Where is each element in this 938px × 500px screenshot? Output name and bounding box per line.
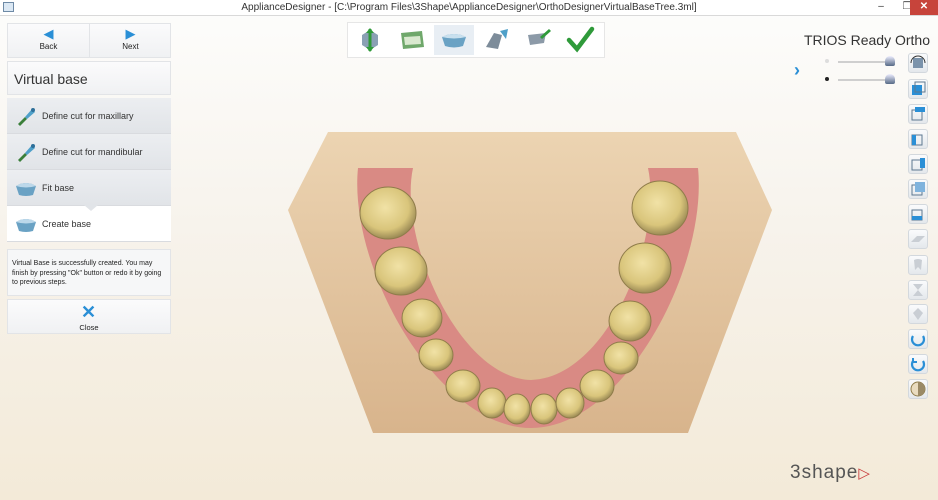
minimize-button[interactable]: – (868, 0, 894, 15)
back-label: Back (39, 42, 58, 51)
slider-dot (825, 59, 829, 63)
rotate-cw-icon (910, 358, 926, 372)
step-fit-base[interactable]: Fit base (7, 170, 171, 211)
view-back-icon (911, 182, 925, 196)
slider-track (838, 79, 888, 81)
company-logo: 3shape▷ (790, 462, 871, 484)
expand-chevron-icon[interactable]: › (794, 60, 800, 81)
clip-plane-button[interactable] (908, 229, 928, 249)
section-title-box: Virtual base (7, 61, 171, 95)
view-left-button[interactable] (908, 129, 928, 149)
status-message: Virtual Base is successfully created. Yo… (12, 260, 162, 286)
arrow-left-icon: ◀ (43, 26, 54, 41)
view-top-button[interactable] (908, 104, 928, 124)
tooth-icon (914, 259, 922, 270)
crown-button[interactable] (908, 304, 928, 324)
view-back-button[interactable] (908, 179, 928, 199)
tool-prepare-model[interactable] (350, 25, 390, 55)
logo-text: 3shape (790, 462, 859, 483)
app-icon (3, 2, 14, 12)
next-label: Next (122, 42, 139, 51)
close-window-button[interactable]: ✕ (910, 0, 938, 15)
rotate-ccw-icon (910, 335, 926, 347)
status-message-box: Virtual Base is successfully created. Yo… (7, 249, 171, 296)
view-right-button[interactable] (908, 154, 928, 174)
cut-tool-icon (18, 144, 35, 162)
hourglass-icon (913, 284, 923, 296)
tool-finish[interactable] (560, 25, 600, 55)
close-label: Close (79, 323, 99, 332)
dental-model-viewport[interactable] (288, 128, 774, 433)
slider-knob-icon[interactable] (885, 74, 895, 84)
base-icon (16, 183, 36, 196)
transparency-slider-lower[interactable] (825, 74, 897, 86)
view-rotate-icon (910, 55, 926, 68)
window-title: ApplianceDesigner - [C:\Program Files\3S… (241, 2, 697, 13)
step-label: Fit base (42, 183, 75, 193)
step-label: Create base (42, 219, 92, 229)
logo-triangle-icon: ▷ (858, 465, 871, 482)
tool-attachment[interactable] (476, 25, 516, 55)
view-left-icon (911, 134, 923, 146)
section-title: Virtual base (14, 71, 88, 87)
slider-dot (825, 77, 829, 81)
step-label: Define cut for mandibular (42, 147, 143, 157)
step-define-cut-mandibular[interactable]: Define cut for mandibular (7, 134, 171, 170)
view-top-icon (911, 107, 925, 121)
view-right-icon (911, 158, 925, 171)
view-rotate-button[interactable] (908, 53, 928, 73)
active-step-pointer (84, 205, 98, 211)
cut-tool-icon (18, 108, 35, 126)
scan-model-icon (401, 31, 424, 49)
view-bottom-button[interactable] (908, 204, 928, 224)
close-button[interactable]: ✕ Close (7, 299, 171, 334)
tooth-view-button[interactable] (908, 255, 928, 275)
clip-plane-icon (911, 236, 925, 242)
virtual-base-icon (442, 34, 466, 48)
next-button[interactable]: ▶ Next (90, 24, 171, 57)
step-list: Define cut for maxillary Define cut for … (7, 98, 171, 242)
workflow-toolbar (347, 22, 605, 58)
view-front-icon (912, 81, 926, 95)
base-icon (16, 219, 36, 232)
close-icon: ✕ (81, 302, 97, 322)
attachment-tool-icon (486, 29, 508, 49)
rotate-cw-button[interactable] (908, 354, 928, 374)
hourglass-button[interactable] (908, 280, 928, 300)
navigation-box: ◀ Back ▶ Next (7, 23, 171, 58)
crown-icon (913, 308, 923, 320)
view-bottom-icon (911, 209, 923, 221)
arrow-right-icon: ▶ (125, 26, 136, 41)
sculpt-tool-icon (528, 29, 551, 45)
rotate-ccw-button[interactable] (908, 329, 928, 349)
step-create-base[interactable]: Create base (7, 206, 171, 242)
slider-knob-icon[interactable] (885, 56, 895, 66)
slider-track (838, 61, 888, 63)
transparency-slider-upper[interactable] (825, 56, 897, 68)
sphere-icon (910, 381, 926, 397)
view-front-button[interactable] (908, 79, 928, 99)
tool-virtual-base[interactable] (434, 25, 474, 55)
finish-checkmark-icon (566, 26, 595, 53)
product-name: TRIOS Ready Ortho (803, 32, 930, 48)
sphere-view-button[interactable] (908, 379, 928, 399)
tool-sculpt[interactable] (518, 25, 558, 55)
title-bar: ApplianceDesigner - [C:\Program Files\3S… (0, 0, 938, 16)
step-define-cut-maxillary[interactable]: Define cut for maxillary (7, 98, 171, 134)
back-button[interactable]: ◀ Back (8, 24, 90, 57)
prepare-model-icon (362, 28, 378, 52)
tool-scan-model[interactable] (392, 25, 432, 55)
step-label: Define cut for maxillary (42, 111, 134, 121)
